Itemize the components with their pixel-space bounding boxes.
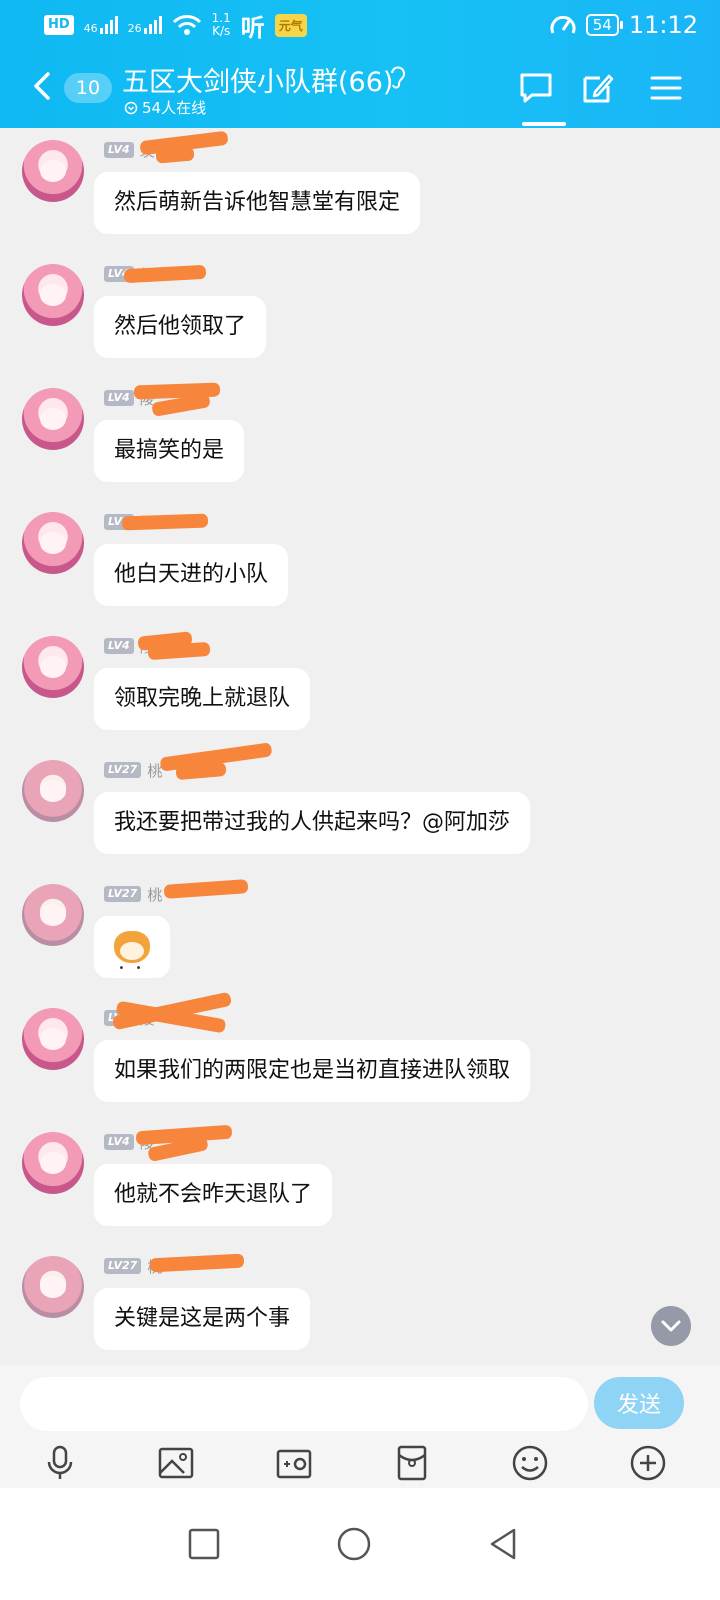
message-list[interactable]: LV4 羡 然后萌新告诉他智慧堂有限定 LV4 颜 然后他领取了 LV4 陵 最…	[0, 128, 720, 1392]
header: HD 46 26 1.1 K/s 听 元气 54 11:12 10 五区大剑侠小…	[0, 0, 720, 128]
online-count: 54人在线	[124, 97, 206, 118]
redaction-scribble	[147, 641, 211, 661]
level-badge: LV27	[104, 762, 142, 778]
battery-icon: 54	[585, 14, 623, 36]
tab-underline	[522, 122, 566, 126]
input-bar: 发送	[0, 1365, 720, 1443]
red-packet-icon[interactable]	[392, 1443, 432, 1483]
plus-icon[interactable]	[628, 1443, 668, 1483]
avatar[interactable]	[22, 140, 84, 202]
ear-icon[interactable]	[388, 64, 408, 90]
message-bubble[interactable]: 他就不会昨天退队了	[94, 1164, 333, 1226]
avatar[interactable]	[22, 1008, 84, 1070]
send-button[interactable]: 发送	[594, 1377, 684, 1429]
signal-1-icon: 46	[84, 16, 118, 34]
signal-2-icon: 26	[128, 16, 162, 34]
message-item: LV27 桃	[0, 872, 720, 1000]
chat-icon[interactable]	[516, 68, 556, 108]
input-toolbar	[0, 1443, 720, 1488]
app-badge-icon: 元气	[274, 13, 307, 37]
message-bubble[interactable]: 然后他领取了	[94, 296, 267, 358]
message-bubble[interactable]: 领取完晚上就退队	[94, 668, 311, 730]
home-icon[interactable]	[334, 1524, 374, 1564]
avatar[interactable]	[22, 636, 84, 698]
emoji-icon[interactable]	[510, 1443, 550, 1483]
online-status-icon	[124, 101, 138, 114]
scroll-down-icon[interactable]	[651, 1306, 691, 1346]
system-navigation-bar	[0, 1488, 720, 1600]
avatar[interactable]	[22, 388, 84, 450]
back-icon[interactable]	[484, 1524, 524, 1564]
message-item: LV27 桃 关键是这是两个事	[0, 1244, 720, 1364]
menu-icon[interactable]	[646, 68, 686, 108]
sender-info: LV27 桃	[104, 884, 162, 904]
network-speed: 1.1 K/s	[211, 11, 231, 38]
speedometer-icon	[550, 15, 576, 34]
sender-info: LV27 桃	[104, 760, 162, 780]
message-item: LV4 陵 领取完晚上就退队	[0, 624, 720, 744]
image-icon[interactable]	[156, 1443, 196, 1483]
sender-name[interactable]: 桃	[147, 884, 162, 905]
redaction-scribble	[175, 761, 227, 781]
title-bar: 10 五区大剑侠小队群(66) 54人在线	[0, 50, 720, 128]
redaction-scribble	[149, 1253, 245, 1273]
message-bubble[interactable]: 关键是这是两个事	[94, 1288, 311, 1350]
message-bubble[interactable]: 我还要把带过我的人供起来吗？@阿加莎	[94, 792, 531, 854]
avatar[interactable]	[22, 1256, 84, 1318]
message-bubble[interactable]: 然后萌新告诉他智慧堂有限定	[94, 172, 421, 234]
listen-icon: 听	[240, 13, 265, 42]
message-item: LV4 陵 最搞笑的是	[0, 376, 720, 496]
sticker-bubble[interactable]	[94, 916, 170, 1000]
message-item: LV27 桃 我还要把带过我的人供起来吗？@阿加莎	[0, 742, 720, 868]
message-item: LV4 羡 然后萌新告诉他智慧堂有限定	[0, 128, 720, 248]
status-bar: HD 46 26 1.1 K/s 听 元气 54 11:12	[0, 0, 720, 50]
level-badge: LV27	[104, 1258, 142, 1274]
avatar[interactable]	[22, 884, 84, 946]
message-input[interactable]	[20, 1377, 588, 1431]
level-badge: LV4	[104, 638, 134, 654]
camera-icon[interactable]	[274, 1443, 314, 1483]
microphone-icon[interactable]	[40, 1443, 80, 1483]
level-badge: LV4	[104, 142, 134, 158]
recent-apps-icon[interactable]	[184, 1524, 224, 1564]
edit-icon[interactable]	[578, 68, 618, 108]
shiba-dog-sticker-icon	[114, 931, 150, 1000]
message-bubble[interactable]: 如果我们的两限定也是当初直接进队领取	[94, 1040, 531, 1102]
redaction-scribble	[123, 264, 207, 284]
level-badge: LV27	[104, 886, 142, 902]
message-item: LV4 陵 他就不会昨天退队了	[0, 1120, 720, 1240]
avatar[interactable]	[22, 264, 84, 326]
level-badge: LV4	[104, 390, 134, 406]
unread-count-badge[interactable]: 10	[64, 73, 112, 103]
level-badge: LV4	[104, 1134, 134, 1150]
avatar[interactable]	[22, 1132, 84, 1194]
hd-badge: HD	[44, 15, 74, 35]
message-bubble[interactable]: 他白天进的小队	[94, 544, 289, 606]
avatar[interactable]	[22, 512, 84, 574]
message-item: LV4 颜 他白天进的小队	[0, 500, 720, 620]
group-title[interactable]: 五区大剑侠小队群(66)	[122, 60, 393, 99]
redaction-scribble	[155, 146, 195, 164]
redaction-scribble	[121, 513, 209, 531]
redaction-scribble	[163, 879, 249, 899]
avatar[interactable]	[22, 760, 84, 822]
message-bubble[interactable]: 最搞笑的是	[94, 420, 245, 482]
message-item: LV4 陵 如果我们的两限定也是当初直接进队领取	[0, 991, 720, 1116]
message-item: LV4 颜 然后他领取了	[0, 252, 720, 372]
wifi-icon	[172, 15, 201, 35]
clock: 11:12	[628, 11, 698, 39]
back-arrow-icon[interactable]	[28, 68, 58, 104]
